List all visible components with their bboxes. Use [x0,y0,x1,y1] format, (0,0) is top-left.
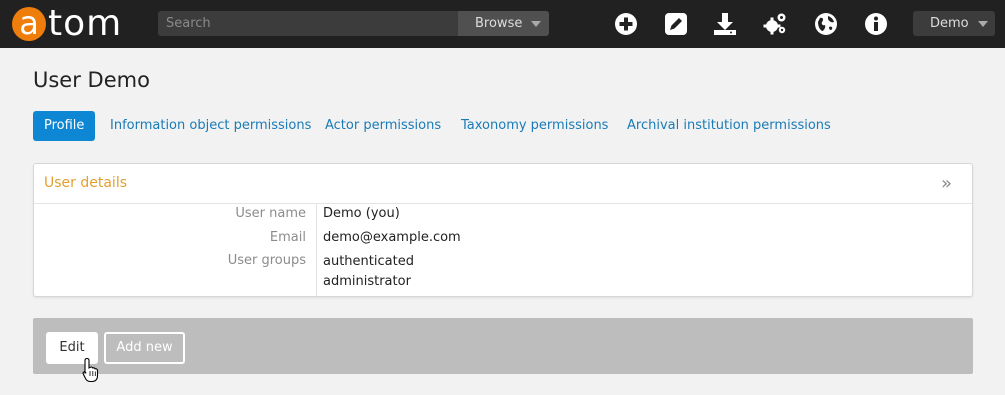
top-navigation-bar: a tom Search Browse Demo [0,0,1005,48]
browse-label: Browse [475,16,523,31]
edit-icon[interactable] [664,12,688,36]
tab-actor-permissions[interactable]: Actor permissions [325,111,441,141]
main-content: User Demo Profile Information object per… [0,48,1005,395]
actions-bar: Edit Add new [33,318,973,374]
download-icon[interactable] [713,12,737,36]
field-divider [316,204,317,296]
info-icon[interactable] [864,12,888,36]
panel-header[interactable]: User details » [34,164,972,204]
field-value-email: demo@example.com [323,230,461,245]
globe-icon[interactable] [814,12,838,36]
user-menu-label: Demo [930,16,969,31]
logo-letter: a [12,7,46,41]
chevron-down-icon [978,21,988,27]
page-title: User Demo [33,68,150,92]
field-label-user-name: User name [235,206,306,221]
add-new-button[interactable]: Add new [104,332,185,364]
tab-taxonomy-permissions[interactable]: Taxonomy permissions [461,111,608,141]
settings-cogs-icon[interactable] [763,12,787,36]
panel-title: User details [44,175,128,191]
field-value-group: authenticated [323,254,414,269]
atom-logo[interactable]: a tom [12,4,122,44]
field-value-group: administrator [323,274,411,289]
plus-circle-icon[interactable] [614,12,638,36]
field-label-email: Email [269,230,306,245]
logo-text: tom [48,3,123,44]
double-chevron-right-icon[interactable]: » [941,164,952,203]
browse-menu-button[interactable]: Browse [458,11,549,36]
user-details-panel: User details » User name Demo (you) Emai… [33,163,973,297]
tab-archival-institution-permissions[interactable]: Archival institution permissions [627,111,831,141]
tab-profile[interactable]: Profile [33,111,96,141]
field-label-user-groups: User groups [227,253,306,268]
chevron-down-icon [531,21,541,27]
field-value-user-name: Demo (you) [323,206,400,221]
search-input[interactable]: Search [158,11,458,36]
tab-information-object-permissions[interactable]: Information object permissions [110,111,311,141]
hand-pointer-cursor-icon [82,357,99,383]
user-menu-button[interactable]: Demo [913,11,995,36]
